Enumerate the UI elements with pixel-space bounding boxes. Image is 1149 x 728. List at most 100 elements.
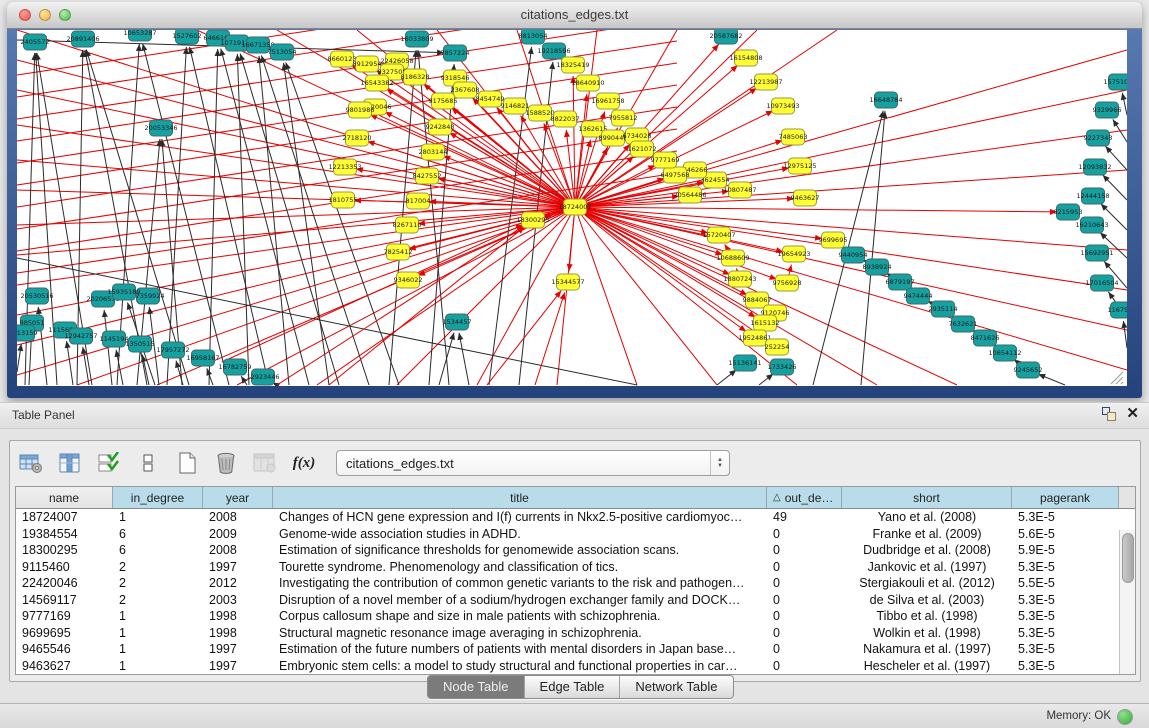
graph-node[interactable]: 18807243 <box>723 271 756 287</box>
cell-year[interactable]: 2012 <box>203 576 273 590</box>
graph-node[interactable]: 1527602 <box>173 30 202 44</box>
cell-out_degree[interactable]: 0 <box>767 642 842 656</box>
cell-pagerank[interactable]: 5.3E-5 <box>1012 560 1119 574</box>
graph-node[interactable]: 1145194 <box>100 331 129 347</box>
table-scrollbar-thumb[interactable] <box>1122 533 1134 583</box>
cell-year[interactable]: 2008 <box>203 543 273 557</box>
cell-in_degree[interactable]: 1 <box>113 510 203 524</box>
graph-node[interactable]: 16154808 <box>729 50 762 66</box>
cell-pagerank[interactable]: 5.3E-5 <box>1012 510 1119 524</box>
graph-node[interactable]: 15136141 <box>728 355 761 371</box>
cell-out_degree[interactable]: 0 <box>767 543 842 557</box>
graph-node[interactable]: 12444158 <box>1076 188 1109 204</box>
graph-node[interactable]: 9463627 <box>791 190 820 206</box>
graph-node[interactable]: 9227343 <box>1084 130 1113 146</box>
graph-node[interactable]: 8471626 <box>971 330 1000 346</box>
header-pagerank[interactable]: pagerank <box>1012 487 1119 508</box>
float-panel-icon[interactable] <box>1102 407 1116 421</box>
header-short[interactable]: short <box>842 487 1012 508</box>
graph-node[interactable]: 1733426 <box>768 359 797 375</box>
cell-short[interactable]: Nakamura et al. (1997) <box>842 642 1012 656</box>
graph-node[interactable]: 10973493 <box>766 98 799 114</box>
cell-pagerank[interactable]: 5.5E-5 <box>1012 576 1119 590</box>
graph-node[interactable]: 7857224 <box>441 45 470 61</box>
graph-node[interactable]: 20891406 <box>66 31 99 47</box>
graph-node[interactable]: 2718120 <box>343 130 372 146</box>
graph-node[interactable]: 16961758 <box>591 93 624 109</box>
cell-name[interactable]: 18724007 <box>16 510 113 524</box>
graph-node[interactable]: 10688609 <box>716 250 749 266</box>
cell-title[interactable]: Estimation of the future numbers of pati… <box>273 642 767 656</box>
table-row[interactable]: 1830029562008Estimation of significance … <box>16 542 1119 559</box>
new-table-button[interactable] <box>174 450 200 476</box>
graph-node[interactable]: 9346022 <box>394 272 423 288</box>
graph-node[interactable]: 16648784 <box>869 92 902 108</box>
graph-node[interactable]: 15751074 <box>1103 74 1127 90</box>
graph-node[interactable]: 18640910 <box>571 75 604 91</box>
tab-node-table[interactable]: Node Table <box>428 676 525 698</box>
cell-short[interactable]: Wolkin et al. (1998) <box>842 626 1012 640</box>
header-title[interactable]: title <box>273 487 767 508</box>
graph-node[interactable]: 18325419 <box>556 57 589 73</box>
cell-short[interactable]: Tibbo et al. (1998) <box>842 609 1012 623</box>
cell-out_degree[interactable]: 0 <box>767 593 842 607</box>
cell-in_degree[interactable]: 2 <box>113 593 203 607</box>
cell-in_degree[interactable]: 1 <box>113 626 203 640</box>
cell-in_degree[interactable]: 1 <box>113 659 203 673</box>
cell-name[interactable]: 14569117 <box>16 593 113 607</box>
cell-year[interactable]: 2009 <box>203 527 273 541</box>
graph-node[interactable]: 20530516 <box>20 288 53 304</box>
tab-network-table[interactable]: Network Table <box>620 676 732 698</box>
cell-pagerank[interactable]: 5.3E-5 <box>1012 626 1119 640</box>
graph-node[interactable]: 7825412 <box>384 244 413 260</box>
graph-node[interactable]: 9175685 <box>429 93 458 109</box>
graph-node[interactable]: 16210643 <box>1075 217 1108 233</box>
cell-name[interactable]: 22420046 <box>16 576 113 590</box>
resize-grip-icon[interactable] <box>1121 382 1123 384</box>
cell-short[interactable]: de Silva et al. (2003) <box>842 593 1012 607</box>
memory-ok-indicator[interactable] <box>1117 709 1133 725</box>
graph-node[interactable]: 9801986 <box>346 102 375 118</box>
graph-node[interactable]: 1167534 <box>1108 302 1127 318</box>
show-columns-button[interactable] <box>57 450 83 476</box>
cell-name[interactable]: 18300295 <box>16 543 113 557</box>
graph-node[interactable]: 9777169 <box>651 152 680 168</box>
cell-title[interactable]: Embryonic stem cells: a model to study s… <box>273 659 767 673</box>
table-row[interactable]: 946554611997Estimation of the future num… <box>16 641 1119 658</box>
graph-node[interactable]: 20587682 <box>709 30 742 44</box>
graph-node[interactable]: 17016504 <box>1085 275 1118 291</box>
cell-short[interactable]: Stergiakouli et al. (2012) <box>842 576 1012 590</box>
graph-node[interactable]: 12093832 <box>1078 159 1111 175</box>
resize-grip-icon[interactable] <box>1111 372 1123 384</box>
cell-name[interactable]: 19384554 <box>16 527 113 541</box>
graph-node[interactable]: 8215953 <box>1054 204 1083 220</box>
cell-out_degree[interactable]: 0 <box>767 560 842 574</box>
cell-short[interactable]: Dudbridge et al. (2008) <box>842 543 1012 557</box>
cell-year[interactable]: 1998 <box>203 626 273 640</box>
graph-node[interactable]: 15720407 <box>702 227 735 243</box>
graph-node[interactable]: 2803144 <box>419 144 448 160</box>
network-canvas[interactable]: 2405572208914061065328715276026466160107… <box>17 30 1127 386</box>
cell-title[interactable]: Investigating the contribution of common… <box>273 576 767 590</box>
cell-title[interactable]: Estimation of significance thresholds fo… <box>273 543 767 557</box>
graph-node[interactable]: 3913159 <box>17 325 37 341</box>
cell-title[interactable]: Disruption of a novel member of a sodium… <box>273 593 767 607</box>
table-row[interactable]: 2242004622012Investigating the contribut… <box>16 575 1119 592</box>
table-row[interactable]: 911546021997Tourette syndrome. Phenomeno… <box>16 559 1119 576</box>
graph-node[interactable]: 6497568 <box>661 167 690 183</box>
tab-edge-table[interactable]: Edge Table <box>525 676 621 698</box>
graph-node[interactable]: 817004 <box>406 193 431 209</box>
cell-pagerank[interactable]: 5.9E-5 <box>1012 543 1119 557</box>
graph-node[interactable]: 7485063 <box>779 129 808 145</box>
table-scrollbar[interactable] <box>1119 530 1135 674</box>
cell-pagerank[interactable]: 5.3E-5 <box>1012 593 1119 607</box>
cell-year[interactable]: 1997 <box>203 642 273 656</box>
cell-year[interactable]: 2003 <box>203 593 273 607</box>
header-out-degree[interactable]: △ out_de… <box>767 487 842 508</box>
graph-node[interactable]: 7955812 <box>609 110 638 126</box>
cell-pagerank[interactable]: 5.3E-5 <box>1012 642 1119 656</box>
graph-node[interactable]: 1350515 <box>126 336 155 352</box>
graph-node[interactable]: 8822037 <box>551 111 580 127</box>
graph-node[interactable]: 1615132 <box>751 315 780 331</box>
graph-node[interactable]: 15344577 <box>551 274 584 290</box>
